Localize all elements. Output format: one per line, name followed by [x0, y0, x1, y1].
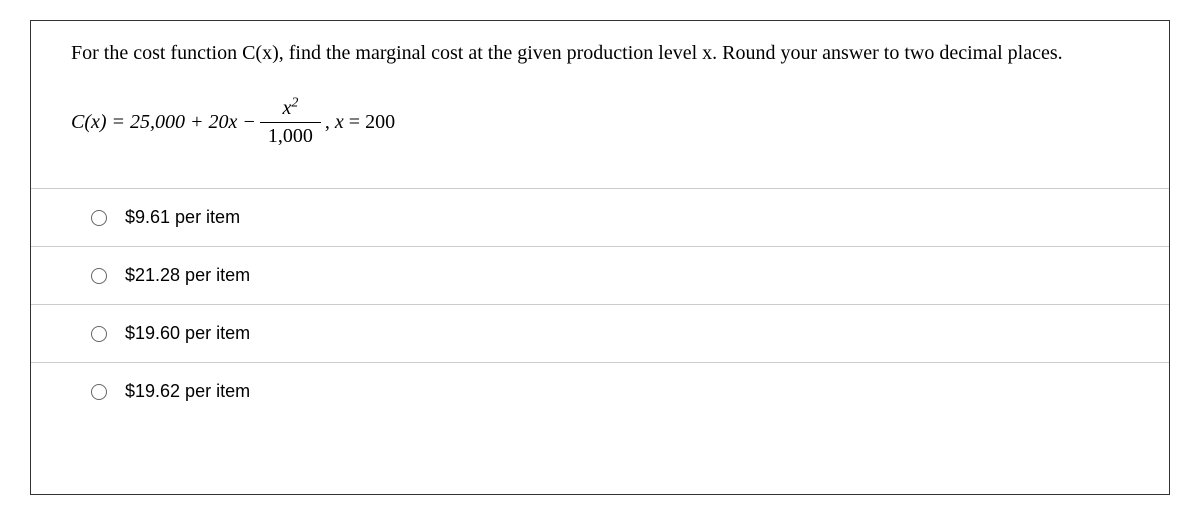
equation-fraction: x2 1,000 [260, 97, 321, 148]
fraction-denominator: 1,000 [260, 122, 321, 148]
radio-icon[interactable] [91, 326, 107, 342]
option-label: $19.60 per item [125, 323, 250, 344]
radio-icon[interactable] [91, 268, 107, 284]
option-2[interactable]: $21.28 per item [31, 246, 1169, 304]
radio-icon[interactable] [91, 210, 107, 226]
question-container: For the cost function C(x), find the mar… [30, 20, 1170, 495]
options-list: $9.61 per item $21.28 per item $19.60 pe… [31, 188, 1169, 420]
option-label: $19.62 per item [125, 381, 250, 402]
question-prompt: For the cost function C(x), find the mar… [31, 21, 1169, 77]
after-text: , x = 200 [325, 111, 395, 133]
prompt-text: For the cost function C(x), find the mar… [71, 42, 1063, 64]
equation: C(x) = 25,000 + 20x − x2 1,000 , x = 200 [31, 77, 1169, 178]
option-label: $21.28 per item [125, 265, 250, 286]
fraction-numerator: x2 [274, 97, 306, 122]
option-1[interactable]: $9.61 per item [31, 188, 1169, 246]
equation-lhs: C(x) = 25,000 + 20x − [71, 111, 256, 134]
option-4[interactable]: $19.62 per item [31, 362, 1169, 420]
numerator-exponent: 2 [291, 95, 298, 110]
option-3[interactable]: $19.60 per item [31, 304, 1169, 362]
numerator-base: x [282, 97, 291, 119]
option-label: $9.61 per item [125, 207, 240, 228]
radio-icon[interactable] [91, 384, 107, 400]
equation-after: , x = 200 [325, 111, 395, 134]
